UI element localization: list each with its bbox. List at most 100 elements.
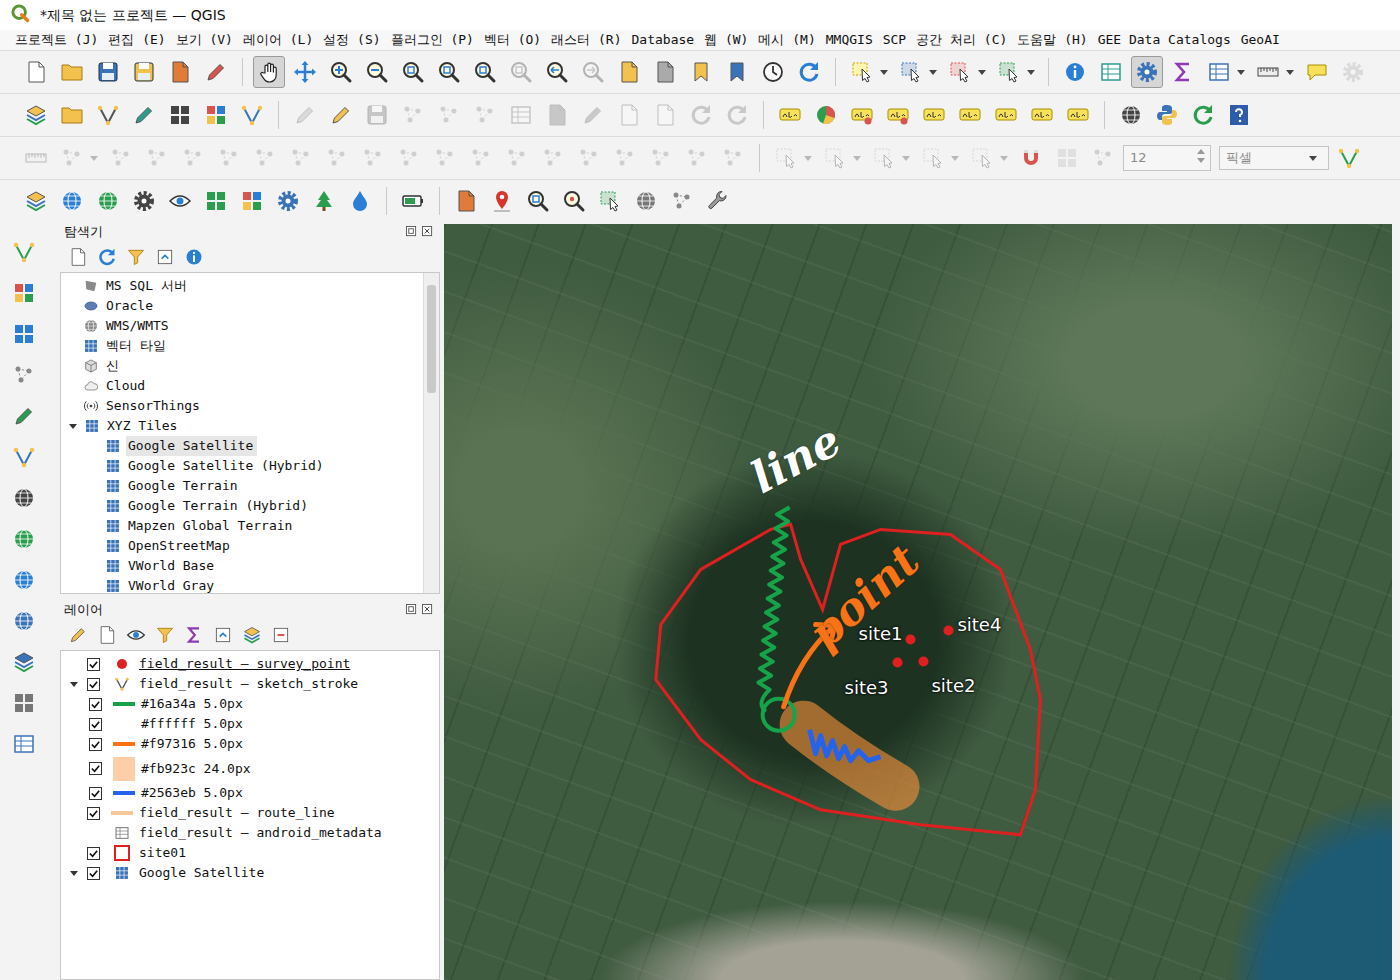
battery-button[interactable] (397, 185, 429, 217)
zoom-button[interactable] (325, 56, 357, 88)
globe-button[interactable] (8, 564, 40, 596)
legend-item[interactable]: #fb923c 24.0px (61, 754, 439, 783)
visibility-checkbox[interactable] (87, 867, 100, 880)
collapse-icon[interactable] (155, 247, 175, 267)
float-icon[interactable] (406, 226, 418, 238)
pencil-button[interactable] (325, 99, 357, 131)
site-polygon[interactable] (656, 524, 1041, 834)
dropdown-arrow[interactable] (929, 70, 937, 75)
browser-item[interactable]: VWorld Base (61, 556, 423, 576)
select-button[interactable] (594, 185, 626, 217)
doc-button[interactable] (450, 185, 482, 217)
info-button[interactable] (1059, 56, 1091, 88)
dropdown-arrow[interactable] (1286, 70, 1294, 75)
abc-button[interactable] (954, 99, 986, 131)
globe-button[interactable] (630, 185, 662, 217)
abc-button[interactable] (918, 99, 950, 131)
menu-item[interactable]: 프로젝트 (J) (10, 30, 103, 50)
refresh-button[interactable] (1187, 99, 1219, 131)
drop-button[interactable] (344, 185, 376, 217)
browser-item[interactable]: 벡터 타일 (61, 336, 423, 356)
remove-icon[interactable] (271, 625, 291, 645)
layer-item[interactable]: Google Satellite (61, 863, 439, 883)
pencil-icon[interactable] (68, 625, 88, 645)
dropdown-arrow[interactable] (880, 70, 888, 75)
abc-button[interactable] (1062, 99, 1094, 131)
python-button[interactable] (1151, 99, 1183, 131)
select-button[interactable] (944, 56, 976, 88)
layers-button[interactable] (8, 646, 40, 678)
globe-button[interactable] (92, 185, 124, 217)
tolerance-field[interactable]: 12 (1123, 145, 1211, 171)
survey-point[interactable] (943, 626, 953, 636)
abc-button[interactable] (1026, 99, 1058, 131)
table-button[interactable] (1203, 56, 1235, 88)
close-icon[interactable] (422, 226, 434, 238)
menu-item[interactable]: 플러그인 (P) (386, 30, 479, 50)
menu-item[interactable]: 설정 (S) (318, 30, 385, 50)
zoom-button[interactable] (397, 56, 429, 88)
layers-icon[interactable] (242, 625, 262, 645)
filter-icon[interactable] (126, 247, 146, 267)
menu-item[interactable]: Database (627, 30, 700, 50)
doc-button[interactable] (164, 56, 196, 88)
gear-button[interactable] (128, 185, 160, 217)
browser-item[interactable]: Google Terrain (Hybrid) (61, 496, 423, 516)
browser-item[interactable]: 신 (61, 356, 423, 376)
visibility-checkbox[interactable] (87, 807, 100, 820)
visibility-checkbox[interactable] (89, 738, 102, 751)
table-button[interactable] (1095, 56, 1127, 88)
zoom-button[interactable] (558, 185, 590, 217)
scrollbar[interactable] (423, 273, 439, 593)
grid-button[interactable] (200, 185, 232, 217)
menu-item[interactable]: 메시 (M) (753, 30, 820, 50)
grid-button[interactable] (8, 277, 40, 309)
float-icon[interactable] (406, 604, 418, 616)
visibility-checkbox[interactable] (87, 658, 100, 671)
spin-arrows-icon[interactable] (1196, 146, 1206, 170)
doc-icon[interactable] (97, 625, 117, 645)
grid-button[interactable] (8, 687, 40, 719)
menu-item[interactable]: 웹 (W) (699, 30, 753, 50)
menu-item[interactable]: 공간 처리 (C) (911, 30, 1012, 50)
dropdown-arrow[interactable] (978, 70, 986, 75)
vector-button[interactable] (8, 441, 40, 473)
layer-item[interactable]: field_result – route_line (61, 803, 439, 823)
folder-button[interactable] (56, 56, 88, 88)
refresh-button[interactable] (793, 56, 825, 88)
zoom-button[interactable] (433, 56, 465, 88)
sigma-button[interactable] (1167, 56, 1199, 88)
expand-arrow-icon[interactable] (68, 867, 80, 879)
legend-item[interactable]: #16a34a 5.0px (61, 694, 439, 714)
bookmark-button[interactable] (721, 56, 753, 88)
layer-item[interactable]: field_result – android_metadata (61, 823, 439, 843)
browser-item[interactable]: Oracle (61, 296, 423, 316)
browser-item[interactable]: WMS/WMTS (61, 316, 423, 336)
grid-button[interactable] (164, 99, 196, 131)
pencil-button[interactable] (8, 400, 40, 432)
filter-icon[interactable] (155, 625, 175, 645)
vector-button[interactable] (1333, 142, 1365, 174)
wrench-button[interactable] (702, 185, 734, 217)
doc-button[interactable] (20, 56, 52, 88)
doc-icon[interactable] (68, 247, 88, 267)
table-button[interactable] (8, 728, 40, 760)
eye-button[interactable] (164, 185, 196, 217)
abc-button[interactable] (846, 99, 878, 131)
layer-item[interactable]: field_result – survey_point (61, 654, 439, 674)
survey-point[interactable] (906, 635, 916, 645)
hand-button[interactable] (253, 56, 285, 88)
layers-button[interactable] (20, 185, 52, 217)
menu-item[interactable]: GeoAI (1236, 30, 1285, 50)
dropdown-arrow[interactable] (1309, 156, 1317, 161)
doc-button[interactable] (649, 56, 681, 88)
menu-item[interactable]: 벡터 (O) (479, 30, 546, 50)
collapse-icon[interactable] (213, 625, 233, 645)
grid-button[interactable] (236, 185, 268, 217)
menu-item[interactable]: 도움말 (H) (1012, 30, 1092, 50)
tree-button[interactable] (308, 185, 340, 217)
globe-button[interactable] (56, 185, 88, 217)
pin-button[interactable] (486, 185, 518, 217)
zoom-button[interactable] (541, 56, 573, 88)
browser-item[interactable]: Mapzen Global Terrain (61, 516, 423, 536)
